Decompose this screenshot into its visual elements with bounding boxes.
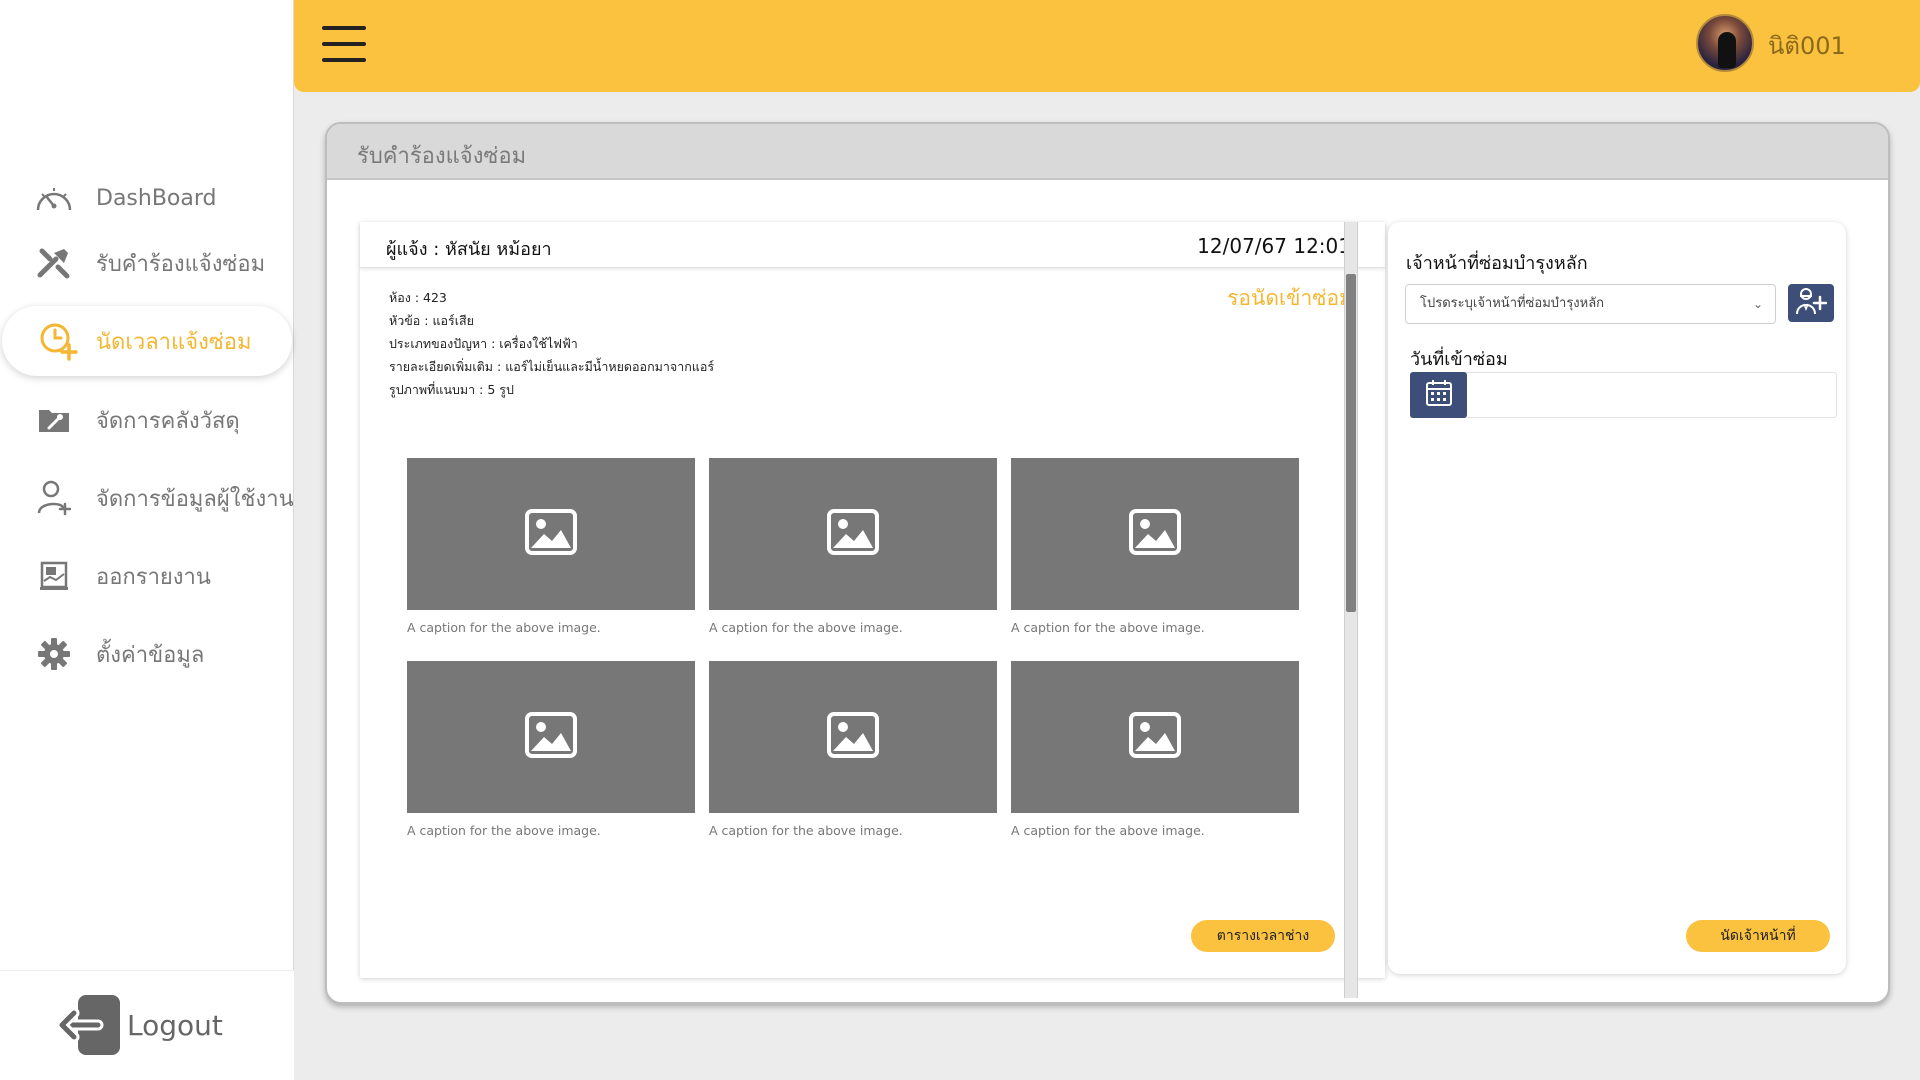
- image-placeholder-icon: [826, 711, 880, 763]
- logout-icon: [56, 993, 124, 1061]
- attached-image[interactable]: [407, 458, 695, 610]
- calendar-icon: [1425, 379, 1453, 411]
- sidebar-item-settings[interactable]: ตั้งค่าข้อมูล: [0, 619, 294, 689]
- page-title: รับคำร้องแจ้งซ่อม: [357, 144, 527, 169]
- image-placeholder-icon: [826, 508, 880, 560]
- folder-tool-icon: [32, 398, 76, 442]
- room-text: ห้อง : 423: [389, 290, 447, 305]
- request-card-header: ผู้แจ้ง : หัสนัย หม้อยา 12/07/67 12:01: [360, 222, 1385, 268]
- image-placeholder-icon: [524, 508, 578, 560]
- add-technician-button[interactable]: [1788, 284, 1834, 322]
- image-caption: A caption for the above image.: [709, 620, 903, 635]
- attached-image[interactable]: [709, 661, 997, 813]
- sidebar-item-label: จัดการข้อมูลผู้ใช้งาน: [96, 486, 294, 512]
- scrollbar-thumb[interactable]: [1346, 274, 1356, 612]
- sidebar: DashBoard รับคำร้องแจ้งซ่อม นัดเวลาแจ้งซ…: [0, 0, 294, 1080]
- image-caption: A caption for the above image.: [1011, 823, 1205, 838]
- technician-select-value: โปรดระบุเจ้าหน้าที่ซ่อมบำรุงหลัก: [1420, 296, 1605, 311]
- image-caption: A caption for the above image.: [1011, 620, 1205, 635]
- sidebar-item-label: นัดเวลาแจ้งซ่อม: [96, 329, 252, 355]
- sidebar-item-users[interactable]: จัดการข้อมูลผู้ใช้งาน: [0, 463, 294, 533]
- sidebar-item-label: ตั้งค่าข้อมูล: [96, 642, 205, 668]
- topic-text: หัวข้อ : แอร์เสีย: [389, 313, 474, 328]
- sidebar-item-label: ออกรายงาน: [96, 564, 211, 590]
- status-badge: รอนัดเข้าซ่อม: [1227, 286, 1353, 310]
- image-caption: A caption for the above image.: [407, 620, 601, 635]
- top-bar: นิติ001: [294, 0, 1920, 92]
- menu-icon[interactable]: [322, 26, 366, 62]
- reporter-name: ผู้แจ้ง : หัสนัย หม้อยา: [386, 239, 552, 260]
- calendar-button[interactable]: [1410, 372, 1467, 418]
- repair-date-label: วันที่เข้าซ่อม: [1410, 349, 1508, 370]
- attached-image[interactable]: [709, 458, 997, 610]
- sidebar-item-label: รับคำร้องแจ้งซ่อม: [96, 251, 266, 277]
- technician-schedule-button[interactable]: ตารางเวลาช่าง: [1191, 920, 1335, 952]
- sidebar-item-dashboard[interactable]: DashBoard: [0, 163, 294, 233]
- sidebar-item-inventory[interactable]: จัดการคลังวัสดุ: [0, 385, 294, 455]
- gear-icon: [32, 632, 76, 676]
- technician-select[interactable]: โปรดระบุเจ้าหน้าที่ซ่อมบำรุงหลัก ⌄: [1405, 284, 1776, 324]
- image-caption: A caption for the above image.: [709, 823, 903, 838]
- attached-image[interactable]: [407, 661, 695, 813]
- image-placeholder-icon: [524, 711, 578, 763]
- request-datetime: 12/07/67 12:01: [1197, 234, 1351, 258]
- technician-label: เจ้าหน้าที่ซ่อมบำรุงหลัก: [1406, 253, 1588, 274]
- user-add-icon: [1795, 287, 1828, 319]
- sidebar-item-label: จัดการคลังวัสดุ: [96, 408, 240, 434]
- sidebar-item-repair-requests[interactable]: รับคำร้องแจ้งซ่อม: [0, 228, 294, 298]
- problem-type-text: ประเภทของปัญหา : เครื่องใช้ไฟฟ้า: [389, 336, 578, 351]
- repair-date-input[interactable]: [1410, 372, 1837, 418]
- user-add-icon: [32, 476, 76, 520]
- image-placeholder-icon: [1128, 508, 1182, 560]
- logout-label: Logout: [127, 1009, 223, 1042]
- request-card: ผู้แจ้ง : หัสนัย หม้อยา 12/07/67 12:01 ร…: [360, 222, 1385, 978]
- assign-technician-button[interactable]: นัดเจ้าหน้าที่: [1686, 920, 1830, 952]
- assign-card: เจ้าหน้าที่ซ่อมบำรุงหลัก โปรดระบุเจ้าหน้…: [1388, 222, 1846, 974]
- logout-button[interactable]: Logout: [0, 970, 294, 1080]
- attached-image[interactable]: [1011, 458, 1299, 610]
- sidebar-item-reports[interactable]: ออกรายงาน: [0, 541, 294, 611]
- attached-image[interactable]: [1011, 661, 1299, 813]
- panel-header: รับคำร้องแจ้งซ่อม: [327, 124, 1888, 180]
- username: นิติ001: [1768, 32, 1846, 60]
- extra-details-text: รายละเอียดเพิ่มเติม : แอร์ไม่เย็นและมีน้…: [389, 359, 715, 374]
- avatar[interactable]: [1696, 14, 1754, 72]
- sidebar-item-label: DashBoard: [96, 185, 217, 211]
- chevron-down-icon: ⌄: [1752, 297, 1763, 311]
- image-caption: A caption for the above image.: [407, 823, 601, 838]
- tools-icon: [32, 241, 76, 285]
- image-placeholder-icon: [1128, 711, 1182, 763]
- request-details: ห้อง : 423 หัวข้อ : แอร์เสีย ประเภทของปั…: [389, 286, 714, 401]
- report-icon: [32, 554, 76, 598]
- sidebar-item-appointments[interactable]: นัดเวลาแจ้งซ่อม: [2, 306, 292, 376]
- images-count-text: รูปภาพที่แนบมา : 5 รูป: [389, 382, 514, 397]
- main-panel: รับคำร้องแจ้งซ่อม ผู้แจ้ง : หัสนัย หม้อย…: [325, 122, 1890, 1004]
- speedometer-icon: [32, 176, 76, 220]
- clock-add-icon: [36, 319, 80, 363]
